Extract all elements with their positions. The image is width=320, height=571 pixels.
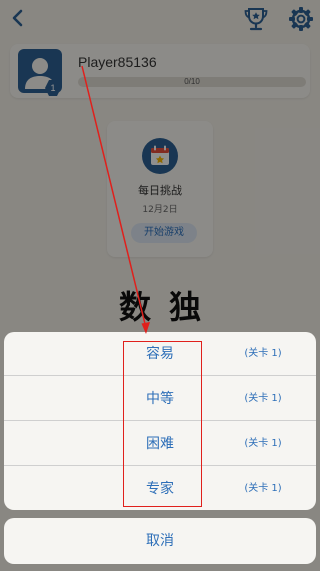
- difficulty-level-info: (关卡 1): [244, 483, 282, 494]
- cancel-button[interactable]: 取消: [4, 518, 316, 564]
- annotation-highlight-box: [123, 341, 202, 507]
- difficulty-level-info: (关卡 1): [244, 348, 282, 359]
- app-screen: Player85136 0/10 1 每日挑战 12月2日 开始游戏 数独 容易…: [0, 0, 320, 571]
- difficulty-level-info: (关卡 1): [244, 438, 282, 449]
- difficulty-level-info: (关卡 1): [244, 393, 282, 404]
